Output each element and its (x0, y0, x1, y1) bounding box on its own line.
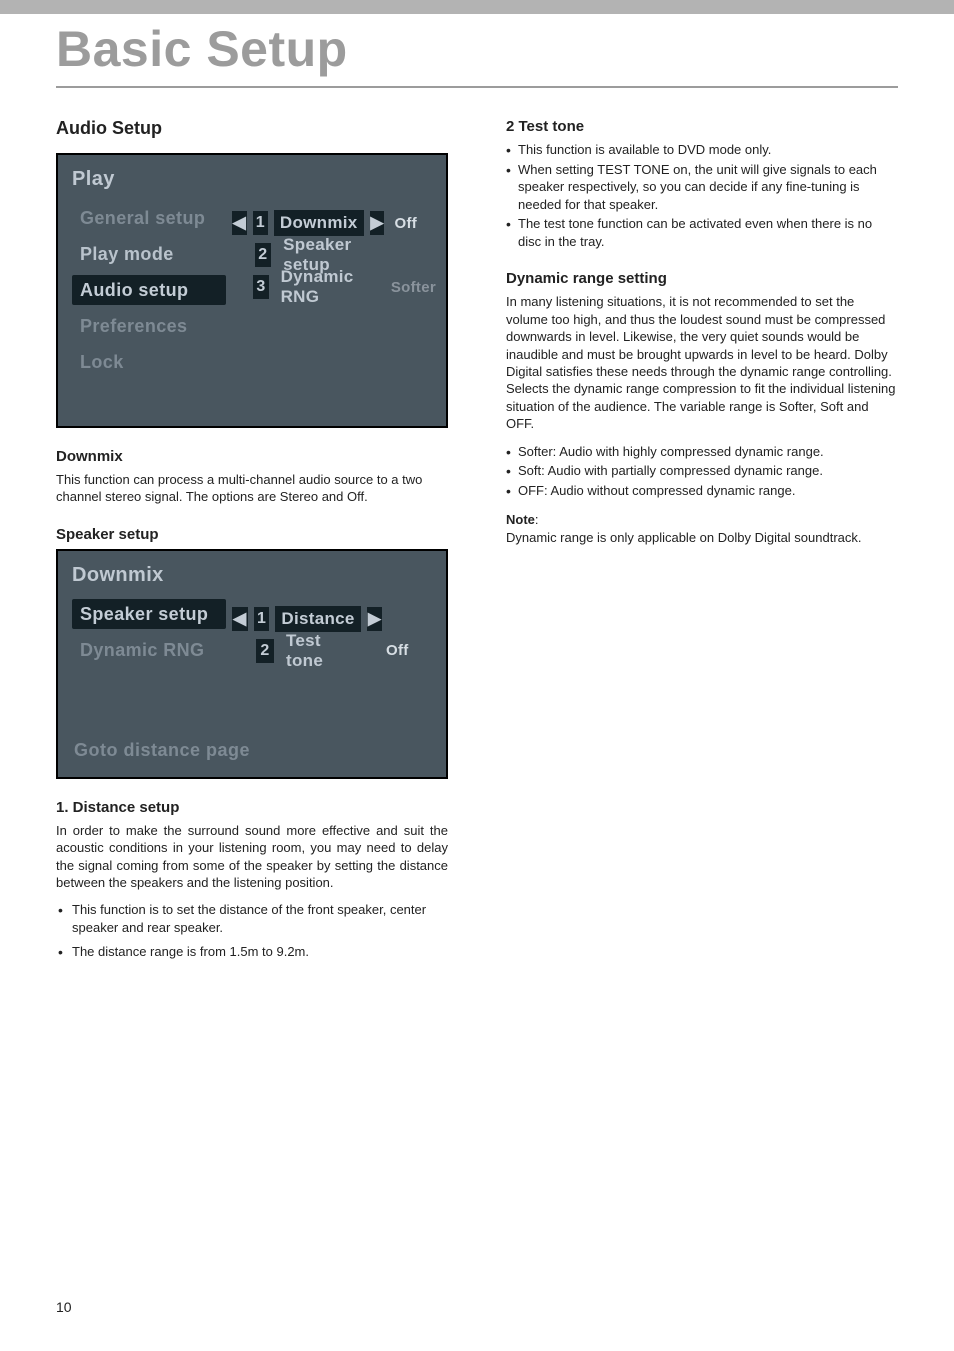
osd1-nav-preferences[interactable]: Preferences (72, 311, 226, 341)
list-item: The distance range is from 1.5m to 9.2m. (56, 943, 448, 961)
osd2-row2-value: Off (382, 642, 436, 659)
osd2-row2-label: Test tone (280, 628, 352, 674)
subhead-downmix: Downmix (56, 448, 448, 465)
osd2-footer: Goto distance page (74, 740, 430, 761)
osd1-header: Play (72, 169, 226, 189)
para-dynamic-range: In many listening situations, it is not … (506, 293, 898, 432)
subhead-speaker-setup: Speaker setup (56, 526, 448, 543)
osd2-nav-speaker[interactable]: Speaker setup (72, 599, 226, 629)
subhead-dynamic-range: Dynamic range setting (506, 270, 898, 287)
page-number: 10 (56, 1299, 72, 1315)
osd2-nav-dynamic[interactable]: Dynamic RNG (72, 635, 226, 665)
chapter-title: Basic Setup (56, 20, 898, 88)
osd1-nav-audiosetup[interactable]: Audio setup (72, 275, 226, 305)
arrow-left-icon: ◀ (232, 211, 247, 235)
osd1-row3-label: Dynamic RNG (275, 264, 360, 310)
osd1-row3-value: Softer (387, 279, 436, 296)
osd1-row2-num: 2 (255, 243, 272, 267)
osd1-nav-lock[interactable]: Lock (72, 347, 226, 377)
list-item: The test tone function can be activated … (506, 215, 898, 250)
osd1-row-dynamic[interactable]: 3 Dynamic RNG Softer (232, 271, 436, 303)
osd2-row-testtone[interactable]: 2 Test tone Off (232, 635, 436, 667)
list-test-tone: This function is available to DVD mode o… (506, 141, 898, 250)
arrow-left-icon: ◀ (232, 607, 248, 631)
osd1-row1-num: 1 (253, 211, 268, 235)
list-distance-setup: This function is to set the distance of … (56, 901, 448, 960)
page-top-stripe (0, 0, 954, 14)
section-title-audio-setup: Audio Setup (56, 118, 448, 139)
para-distance-setup: In order to make the surround sound more… (56, 822, 448, 892)
list-item: This function is available to DVD mode o… (506, 141, 898, 159)
list-item: This function is to set the distance of … (56, 901, 448, 936)
list-item: Softer: Audio with highly compressed dyn… (506, 443, 898, 461)
list-item: When setting TEST TONE on, the unit will… (506, 161, 898, 214)
list-dynamic-range: Softer: Audio with highly compressed dyn… (506, 443, 898, 500)
osd-speaker-setup: Downmix Speaker setup Dynamic RNG ◀ 1 Di… (56, 549, 448, 779)
subhead-distance-setup: 1. Distance setup (56, 799, 448, 816)
arrow-right-icon: ▶ (370, 211, 385, 235)
osd2-row1-num: 1 (254, 607, 270, 631)
osd2-row2-num: 2 (256, 639, 274, 663)
osd1-row1-value: Off (390, 215, 436, 232)
note-label: Note (506, 512, 535, 527)
osd1-nav-playmode[interactable]: Play mode (72, 239, 226, 269)
osd1-nav-general[interactable]: General setup (72, 203, 226, 233)
para-downmix: This function can process a multi-channe… (56, 471, 448, 506)
note-block: Note: Dynamic range is only applicable o… (506, 511, 898, 546)
subhead-test-tone: 2 Test tone (506, 118, 898, 135)
osd2-header: Downmix (72, 565, 226, 585)
list-item: OFF: Audio without compressed dynamic ra… (506, 482, 898, 500)
osd1-row3-num: 3 (253, 275, 268, 299)
osd-audio-setup: Play General setup Play mode Audio setup… (56, 153, 448, 428)
arrow-right-icon: ▶ (367, 607, 383, 631)
note-text: Dynamic range is only applicable on Dolb… (506, 530, 862, 545)
list-item: Soft: Audio with partially compressed dy… (506, 462, 898, 480)
